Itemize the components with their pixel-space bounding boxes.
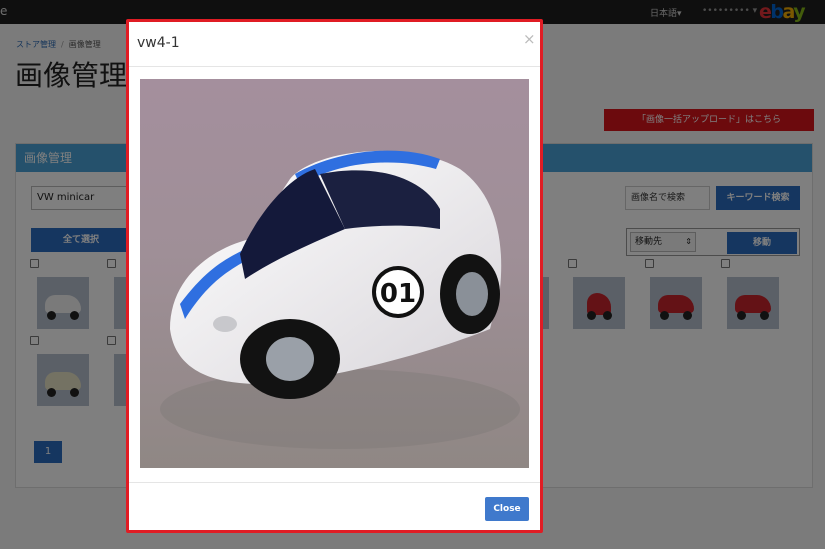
toy-car-photo: 01	[140, 79, 529, 468]
svg-text:01: 01	[380, 279, 416, 309]
image-preview-modal: vw4-1 × 01 Close	[126, 19, 543, 533]
preview-image: 01	[140, 79, 529, 468]
close-icon[interactable]: ×	[523, 30, 536, 48]
modal-title: vw4-1	[137, 35, 180, 51]
modal-header-divider	[129, 66, 540, 67]
close-button[interactable]: Close	[485, 497, 529, 521]
modal-footer-divider	[129, 482, 540, 483]
